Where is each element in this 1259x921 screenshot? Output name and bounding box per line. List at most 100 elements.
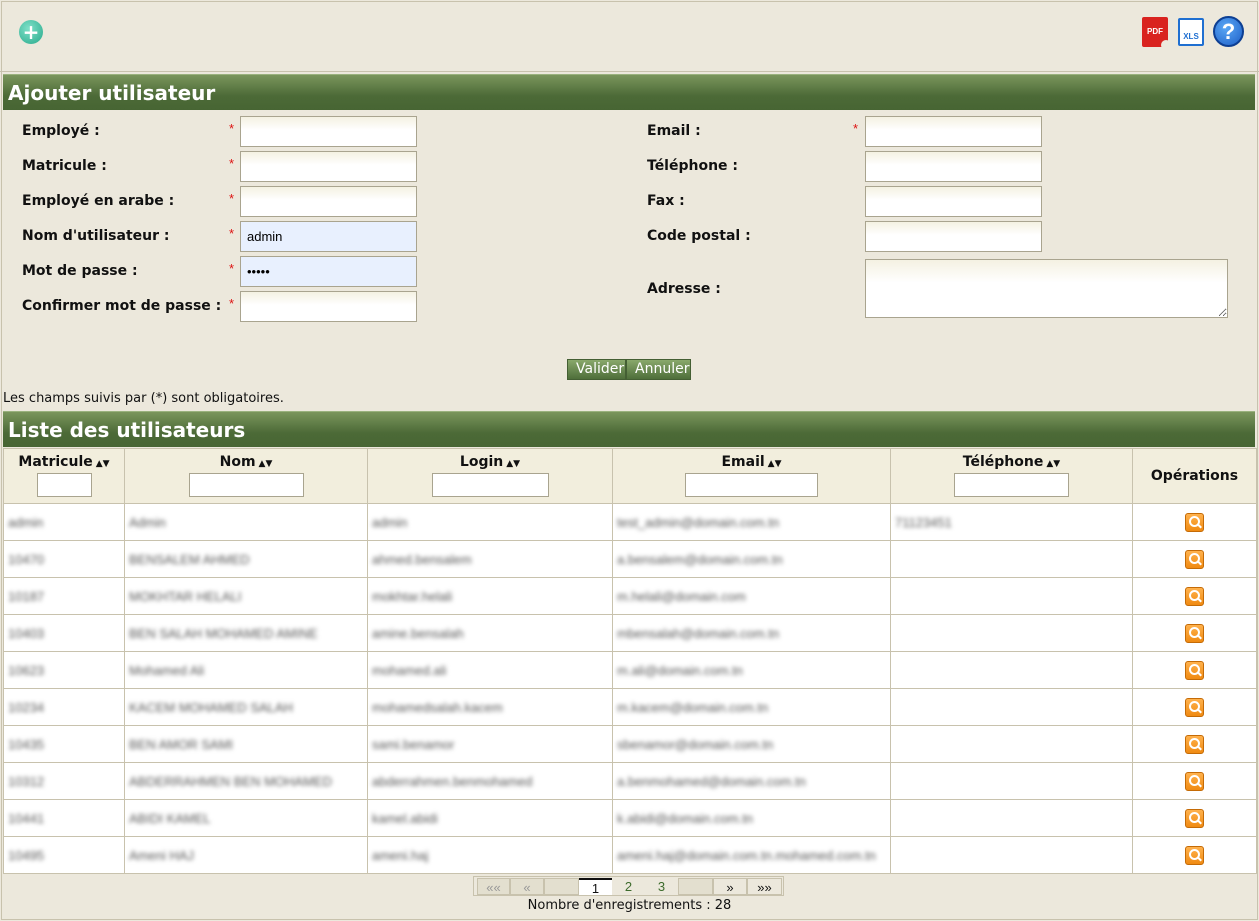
- page-1[interactable]: 1: [579, 878, 612, 896]
- view-details-icon[interactable]: [1185, 512, 1204, 532]
- filter-login[interactable]: [431, 473, 549, 497]
- sort-icon[interactable]: ▲▼: [506, 459, 520, 469]
- cell-text: k.abidi@domain.com.tn: [617, 810, 754, 826]
- column-header-email[interactable]: Email ▲▼: [612, 448, 891, 504]
- required-marker: *: [229, 261, 235, 276]
- prev-page-button[interactable]: «: [510, 878, 544, 895]
- view-details-icon[interactable]: [1185, 623, 1204, 643]
- list-title: Liste des utilisateurs: [3, 411, 1255, 447]
- view-details-icon[interactable]: [1185, 808, 1204, 828]
- sort-icon[interactable]: ▲▼: [259, 459, 273, 469]
- input-adresse[interactable]: [865, 259, 1228, 318]
- input-confirm-password[interactable]: [240, 291, 417, 322]
- input-employe[interactable]: [240, 116, 417, 147]
- view-details-icon[interactable]: [1185, 734, 1204, 754]
- cell-text: Ameni HAJ: [129, 847, 195, 863]
- cell-nom: Mohamed Ali: [124, 651, 368, 689]
- cell-text: 10234: [8, 699, 45, 715]
- input-fax[interactable]: [865, 186, 1042, 217]
- users-table: Matricule ▲▼ Nom ▲▼ Login ▲▼ Email ▲▼ Téléph…: [3, 448, 1257, 874]
- table-row: 10234 KACEM MOHAMED SALAH mohamedsalah.kac…: [3, 688, 1257, 726]
- cell-text: Admin: [129, 514, 166, 530]
- cell-telephone: [890, 836, 1133, 874]
- add-icon[interactable]: +: [19, 20, 43, 44]
- cell-operations: [1132, 577, 1257, 615]
- toolbar: + PDF XLS ?: [0, 0, 1259, 72]
- column-header-operations: Opérations: [1132, 448, 1257, 504]
- input-employe-arabe[interactable]: [240, 186, 417, 217]
- sort-icon[interactable]: ▲▼: [96, 459, 110, 469]
- table-row: 10441 ABIDI KAMEL kamel.abidi k.abidi@domai…: [3, 799, 1257, 837]
- cell-nom: Admin: [124, 503, 368, 541]
- column-header-nom[interactable]: Nom ▲▼: [124, 448, 368, 504]
- cell-text: abderrahmen.benmohamed: [372, 773, 533, 789]
- required-marker: *: [229, 121, 235, 136]
- cell-login: mohamedsalah.kacem: [367, 688, 613, 726]
- next-page-button[interactable]: »: [713, 878, 747, 895]
- column-header-login[interactable]: Login ▲▼: [367, 448, 613, 504]
- page-2[interactable]: 2: [612, 878, 645, 895]
- cell-nom: MOKHTAR HELALI: [124, 577, 368, 615]
- filter-nom[interactable]: [188, 473, 304, 497]
- cell-text: 10435: [8, 736, 45, 752]
- view-details-icon[interactable]: [1185, 697, 1204, 717]
- cell-text: ameni.haj: [372, 847, 429, 863]
- cell-matricule: 10495: [3, 836, 125, 874]
- cell-login: sami.benamor: [367, 725, 613, 763]
- first-page-button[interactable]: ««: [477, 878, 510, 895]
- page-3[interactable]: 3: [645, 878, 678, 895]
- input-code-postal[interactable]: [865, 221, 1042, 252]
- label-code-postal: Code postal :: [647, 228, 751, 244]
- filter-telephone[interactable]: [954, 473, 1069, 497]
- input-username[interactable]: [240, 221, 417, 252]
- table-row: 10470 BENSALEM AHMED ahmed.bensalem a.bensa…: [3, 540, 1257, 578]
- cell-matricule: 10187: [3, 577, 125, 615]
- cell-matricule: 10312: [3, 762, 125, 800]
- submit-button[interactable]: Valider: [567, 359, 626, 380]
- required-marker: *: [229, 226, 235, 241]
- table-row: 10187 MOKHTAR HELALI mokhtar.helali m.helal…: [3, 577, 1257, 615]
- cell-email: a.benmohamed@domain.com.tn: [612, 762, 891, 800]
- xls-export-icon[interactable]: XLS: [1178, 18, 1204, 46]
- cell-text: amine.bensalah: [372, 625, 464, 641]
- cancel-button[interactable]: Annuler: [626, 359, 691, 380]
- view-details-icon[interactable]: [1185, 549, 1204, 569]
- view-details-icon[interactable]: [1185, 845, 1204, 865]
- sort-icon[interactable]: ▲▼: [1046, 459, 1060, 469]
- pager-spacer-right: [678, 878, 713, 895]
- last-page-button[interactable]: »»: [747, 878, 782, 895]
- input-matricule[interactable]: [240, 151, 417, 182]
- column-header-matricule[interactable]: Matricule ▲▼: [3, 448, 125, 504]
- cell-matricule: 10435: [3, 725, 125, 763]
- cell-operations: [1132, 503, 1257, 541]
- cell-text: test_admin@domain.com.tn: [617, 514, 780, 530]
- input-telephone[interactable]: [865, 151, 1042, 182]
- cell-text: m.helali@domain.com: [617, 588, 746, 604]
- cell-text: 10495: [8, 847, 45, 863]
- cell-telephone: [890, 540, 1133, 578]
- pager-spacer-left: [544, 878, 579, 895]
- filter-email[interactable]: [685, 473, 818, 497]
- cell-matricule: 10441: [3, 799, 125, 837]
- view-details-icon[interactable]: [1185, 586, 1204, 606]
- input-password[interactable]: [240, 256, 417, 287]
- cell-text: KACEM MOHAMED SALAH: [129, 699, 293, 715]
- view-details-icon[interactable]: [1185, 660, 1204, 680]
- help-icon[interactable]: ?: [1213, 16, 1244, 47]
- filter-matricule[interactable]: [36, 473, 92, 497]
- view-details-icon[interactable]: [1185, 771, 1204, 791]
- cell-email: ameni.haj@domain.com.tn.mohamed.com.tn: [612, 836, 891, 874]
- input-email[interactable]: [865, 116, 1042, 147]
- cell-operations: [1132, 540, 1257, 578]
- cell-operations: [1132, 762, 1257, 800]
- pdf-export-icon[interactable]: PDF: [1142, 17, 1171, 50]
- column-header-telephone[interactable]: Téléphone ▲▼: [890, 448, 1133, 504]
- cell-text: kamel.abidi: [372, 810, 438, 826]
- cell-matricule: 10403: [3, 614, 125, 652]
- required-marker: *: [853, 121, 859, 136]
- table-row: 10403 BEN SALAH MOHAMED AMINE amine.bensal…: [3, 614, 1257, 652]
- cell-operations: [1132, 688, 1257, 726]
- cell-text: Mohamed Ali: [129, 662, 205, 678]
- cell-text: a.benmohamed@domain.com.tn: [617, 773, 806, 789]
- sort-icon[interactable]: ▲▼: [768, 459, 782, 469]
